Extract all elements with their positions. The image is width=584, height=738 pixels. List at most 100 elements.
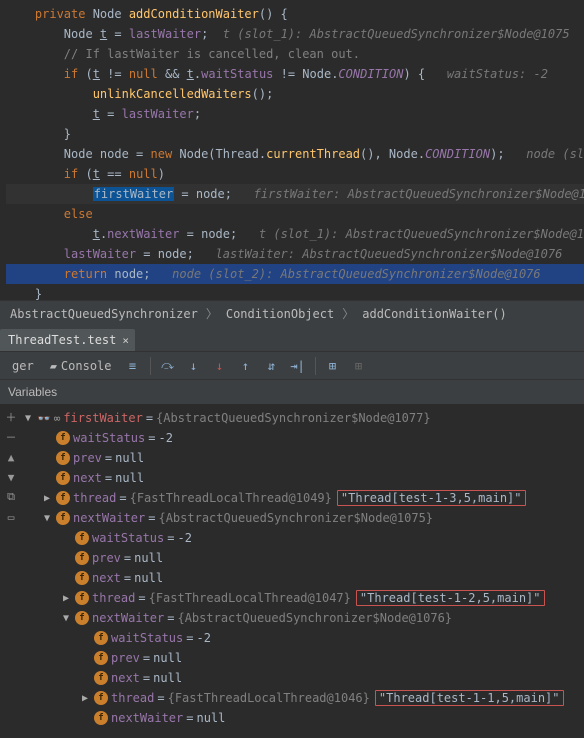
step-over-button[interactable]: ⤼ [157,355,179,377]
variable-name: thread [92,591,135,605]
field-icon: f [94,691,108,705]
variable-type: {FastThreadLocalThread@1049} [130,491,332,505]
evaluate-expression-button[interactable]: ⊞ [322,355,344,377]
variable-row[interactable]: f next = null [22,668,584,688]
variable-value: -2 [158,431,172,445]
step-into-button[interactable]: ↓ [183,355,205,377]
move-down-button[interactable]: ▼ [2,468,20,486]
code-line[interactable]: } [6,124,584,144]
code-line[interactable]: lastWaiter = node; lastWaiter: AbstractQ… [6,244,584,264]
field-icon: f [75,591,89,605]
variable-row[interactable]: f prev = null [22,448,584,468]
code-line[interactable]: firstWaiter = node; firstWaiter: Abstrac… [6,184,584,204]
code-editor[interactable]: private Node addConditionWaiter() { Node… [0,0,584,300]
step-out-button[interactable]: ↑ [235,355,257,377]
close-icon[interactable]: × [122,334,129,347]
variable-value: null [196,711,225,725]
variable-value: null [153,671,182,685]
expand-arrow-icon[interactable]: ▶ [60,593,72,604]
console-tab-button[interactable]: ▰ Console [44,359,118,373]
variable-name: nextWaiter [73,511,145,525]
run-to-cursor-button[interactable]: ⇥| [287,355,309,377]
variable-name: thread [73,491,116,505]
console-icon: ▰ [50,359,57,373]
code-line[interactable]: if (t == null) [6,164,584,184]
field-icon: f [75,611,89,625]
code-line[interactable]: } [6,284,584,300]
field-icon: f [56,451,70,465]
variable-row[interactable]: f nextWaiter = null [22,708,584,728]
variable-row[interactable]: ▼f nextWaiter = {AbstractQueuedSynchroni… [22,508,584,528]
variable-value-highlighted: "Thread[test-1-2,5,main]" [356,590,545,606]
field-icon: f [56,471,70,485]
variable-row[interactable]: ▶f thread = {FastThreadLocalThread@1047}… [22,588,584,608]
variable-name: next [111,671,140,685]
field-icon: f [75,531,89,545]
variable-row[interactable]: f waitStatus = -2 [22,428,584,448]
field-icon: f [56,491,70,505]
variable-row[interactable]: ▶f thread = {FastThreadLocalThread@1046}… [22,688,584,708]
variable-value: null [134,571,163,585]
debug-tab[interactable]: ThreadTest.test × [0,329,135,351]
move-up-button[interactable]: ▲ [2,448,20,466]
show-watches-button[interactable]: ▭ [2,508,20,526]
drop-frame-button[interactable]: ⇵ [261,355,283,377]
more-button[interactable]: ⊞ [348,355,370,377]
field-icon: f [56,511,70,525]
field-icon: f [94,631,108,645]
field-icon: f [94,711,108,725]
code-line[interactable]: t = lastWaiter; [6,104,584,124]
code-line[interactable]: Node t = lastWaiter; t (slot_1): Abstrac… [6,24,584,44]
chevron-right-icon: 〉 [202,305,222,322]
variable-row[interactable]: f prev = null [22,648,584,668]
variable-row[interactable]: ▶f thread = {FastThreadLocalThread@1049}… [22,488,584,508]
expand-arrow-icon[interactable]: ▶ [79,693,91,704]
variable-row[interactable]: f next = null [22,468,584,488]
code-line[interactable]: return node; node (slot_2): AbstractQueu… [6,264,584,284]
variable-row[interactable]: f waitStatus = -2 [22,528,584,548]
force-step-into-button[interactable]: ↓ [209,355,231,377]
code-line[interactable]: private Node addConditionWaiter() { [6,4,584,24]
expand-arrow-icon[interactable]: ▼ [60,613,72,624]
variable-name: waitStatus [73,431,145,445]
breadcrumb-item[interactable]: ConditionObject [222,307,338,321]
variable-name: nextWaiter [92,611,164,625]
code-line[interactable]: if (t != null && t.waitStatus != Node.CO… [6,64,584,84]
variables-tree[interactable]: ▼👓∞ firstWaiter = {AbstractQueuedSynchro… [22,404,584,738]
variable-name: thread [111,691,154,705]
breadcrumb-item[interactable]: AbstractQueuedSynchronizer [6,307,202,321]
variable-name: waitStatus [92,531,164,545]
duplicate-button[interactable]: ⧉ [2,488,20,506]
variables-pane[interactable]: ＋ － ▲ ▼ ⧉ ▭ ▼👓∞ firstWaiter = {AbstractQ… [0,404,584,738]
variable-name: next [73,471,102,485]
expand-arrow-icon[interactable]: ▶ [41,493,53,504]
breadcrumb: AbstractQueuedSynchronizer 〉 ConditionOb… [0,300,584,326]
variable-value: null [134,551,163,565]
code-line[interactable]: // If lastWaiter is cancelled, clean out… [6,44,584,64]
variable-type: {AbstractQueuedSynchronizer$Node@1076} [177,611,452,625]
variable-row[interactable]: ▼f nextWaiter = {AbstractQueuedSynchroni… [22,608,584,628]
code-line[interactable]: unlinkCancelledWaiters(); [6,84,584,104]
variables-header: Variables [0,380,584,404]
threads-view-button[interactable]: ≡ [122,355,144,377]
variable-row[interactable]: ▼👓∞ firstWaiter = {AbstractQueuedSynchro… [22,408,584,428]
variable-row[interactable]: f next = null [22,568,584,588]
variable-row[interactable]: f waitStatus = -2 [22,628,584,648]
expand-arrow-icon[interactable]: ▼ [22,413,34,424]
expand-arrow-icon[interactable]: ▼ [41,513,53,524]
debugger-tab-button[interactable]: ger [6,359,40,373]
remove-watch-button[interactable]: － [2,428,20,446]
divider [315,357,316,375]
variable-name: waitStatus [111,631,183,645]
watch-icon: 👓 [37,412,51,425]
chevron-right-icon: 〉 [338,305,358,322]
field-icon: f [94,671,108,685]
code-line[interactable]: t.nextWaiter = node; t (slot_1): Abstrac… [6,224,584,244]
variable-row[interactable]: f prev = null [22,548,584,568]
variable-name: nextWaiter [111,711,183,725]
code-line[interactable]: Node node = new Node(Thread.currentThrea… [6,144,584,164]
breadcrumb-item[interactable]: addConditionWaiter() [358,307,511,321]
add-watch-button[interactable]: ＋ [2,408,20,426]
code-line[interactable]: else [6,204,584,224]
debug-toolbar: ger ▰ Console ≡ ⤼ ↓ ↓ ↑ ⇵ ⇥| ⊞ ⊞ [0,352,584,380]
